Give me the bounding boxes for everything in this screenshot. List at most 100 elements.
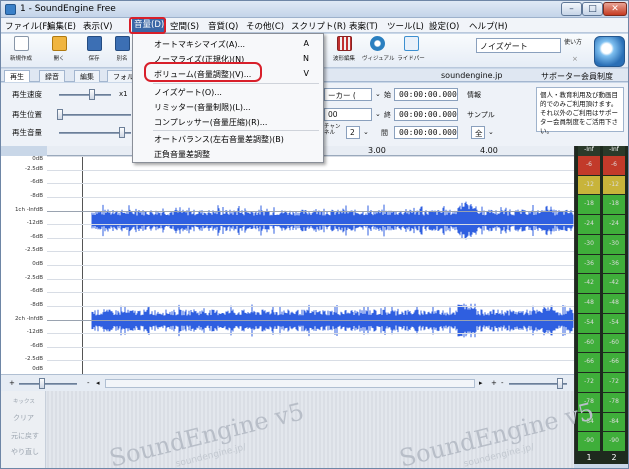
meter-segment: -90 (603, 432, 625, 451)
noise-gate-field[interactable]: ノイズゲート (476, 38, 561, 53)
volume-menu-dropdown: オートマキシマイズ(A)... A ノーマライズ(正規化)(N) N ボリューム… (132, 33, 324, 163)
minimize-button[interactable]: – (561, 2, 582, 16)
speed-value: x1 (119, 90, 128, 98)
db-label: -8dB (30, 192, 43, 199)
chevron-down-icon[interactable]: ⌄ (375, 110, 381, 118)
visual-button[interactable]: ヴィジュアル (362, 36, 394, 66)
rider-label: ライドパー (397, 56, 425, 62)
position-slider[interactable] (59, 114, 131, 116)
end-label: 終 (384, 111, 391, 119)
menu-table[interactable]: 表案(T) (349, 20, 378, 32)
db-label: -2.5dB (25, 356, 43, 363)
ruler-label-3: 3.00 (368, 146, 386, 155)
new-button[interactable]: 新規作成 (8, 36, 34, 66)
scroll-right-icon[interactable]: ▸ (479, 379, 483, 387)
chevron-down-icon[interactable]: ⌄ (375, 90, 381, 98)
menu-file[interactable]: ファイル(F) (5, 20, 51, 32)
grid-line (47, 265, 574, 266)
menu-item-automaximize[interactable]: オートマキシマイズ(A)... (154, 39, 245, 50)
maximize-button[interactable]: □ (582, 2, 603, 16)
site-link[interactable]: soundengine.jp (441, 71, 502, 80)
clear-button[interactable]: クリア (13, 413, 34, 423)
db-label: 0dB (32, 366, 43, 372)
zoom-out-left-icon[interactable]: - (87, 379, 90, 387)
how-to-use-link[interactable]: 使い方 (564, 37, 594, 46)
channel-combo[interactable]: 2 (346, 126, 360, 139)
meter-channel-label-1: 1 (586, 453, 592, 462)
menu-tools[interactable]: ツール(L) (387, 20, 424, 32)
grid-line (47, 333, 574, 335)
mix-button[interactable]: キックス (13, 397, 35, 405)
zoom-thumb-left[interactable] (39, 378, 45, 389)
grid-line (47, 237, 574, 239)
meter-segment: -18 (578, 195, 600, 215)
menu-script[interactable]: スクリプト(R) (291, 20, 346, 32)
horizontal-scrollbar[interactable] (105, 379, 475, 388)
menu-help[interactable]: ヘルプ(H) (469, 20, 508, 32)
channel-label: チャン ネル (324, 124, 341, 136)
db-label: -6dB (30, 342, 43, 349)
chevron-down-icon[interactable]: ⌄ (363, 128, 369, 136)
db-label: 0dB (32, 261, 43, 267)
meter-segment: -54 (578, 313, 600, 333)
close-small-icon[interactable]: × (572, 55, 578, 63)
menu-item-noise-gate[interactable]: ノイズゲート(O)... (154, 87, 222, 98)
meter-segment: -90 (578, 432, 600, 451)
meter-segment: -42 (603, 274, 625, 294)
scroll-left-icon[interactable]: ◂ (96, 379, 100, 387)
menu-item-compressor[interactable]: コンプレッサー(音量圧縮)(R)... (154, 117, 267, 128)
length-time[interactable]: 00:00:00.000 (394, 126, 458, 139)
menu-space[interactable]: 空間(S) (170, 20, 199, 32)
wave-area[interactable] (47, 156, 574, 375)
speed-slider-thumb[interactable] (89, 89, 95, 100)
zoom-in-left-icon[interactable]: + (9, 379, 15, 387)
overview-panel: SoundEngine v5 soundengine.jp/ SoundEngi… (47, 391, 597, 468)
menu-other[interactable]: その他(C) (246, 20, 284, 32)
grid-line (47, 183, 574, 185)
end-time[interactable]: 00:00:00.000 (394, 108, 458, 121)
waveform-view[interactable]: 0dB -2.5dB -6dB -8dB 1ch -InfdB -12dB -6dB -2.5… (1, 156, 574, 375)
all-combo[interactable]: 全 (471, 126, 485, 139)
waveform-edit-button[interactable]: 波形編集 (329, 36, 359, 66)
grid-line (47, 346, 574, 348)
tab-play[interactable]: 再生 (4, 70, 30, 82)
position-slider-thumb[interactable] (57, 109, 63, 120)
undo-button[interactable]: 元に戻す (11, 431, 39, 441)
rider-button[interactable]: ライドパー (396, 36, 426, 66)
close-button[interactable]: ✕ (603, 2, 627, 16)
zoom-in-right-icon[interactable]: + (491, 379, 497, 387)
zoom-slider-left[interactable] (19, 383, 77, 385)
chevron-down-icon[interactable]: ⌄ (488, 128, 494, 136)
meter-segment: -72 (603, 373, 625, 392)
menu-quality[interactable]: 音質(Q) (208, 20, 238, 32)
supporter-link[interactable]: サポーター会員制度 (541, 71, 613, 82)
number-combo[interactable]: 00 (324, 108, 372, 121)
speed-slider[interactable] (59, 94, 111, 96)
menu-highlight-annotation (129, 17, 166, 34)
redo-button[interactable]: やり直し (11, 447, 39, 457)
menu-item-polarity-adjust[interactable]: 正負音量差調整 (154, 149, 210, 160)
open-button[interactable]: 開く (46, 36, 72, 66)
zoom-out-right-icon[interactable]: - (501, 379, 504, 387)
menu-view[interactable]: 表示(V) (83, 20, 112, 32)
menu-item-auto-balance[interactable]: オートバランス(左右音量差調整)(B) (154, 134, 284, 145)
channel-center-line (47, 319, 574, 321)
volume-slider-thumb[interactable] (119, 127, 125, 138)
menu-edit[interactable]: 編集(E) (47, 20, 76, 32)
sample-label: サンプル (467, 111, 495, 119)
menu-separator (153, 83, 319, 84)
start-time[interactable]: 00:00:00.000 (394, 88, 458, 101)
meter-segment: -12 (603, 175, 625, 195)
channel-center-line (47, 210, 574, 212)
new-file-icon (13, 36, 29, 51)
speed-label: 再生速度 (12, 90, 42, 99)
zoom-thumb-right[interactable] (557, 378, 563, 389)
tab-edit[interactable]: 編集 (74, 70, 100, 82)
meter-segment: -60 (603, 333, 625, 353)
menu-item-limiter[interactable]: リミッター(音量制限)(L)... (154, 102, 251, 113)
marker-combo[interactable]: ーカー ( (324, 88, 372, 101)
menu-settings[interactable]: 設定(O) (429, 20, 459, 32)
save-button[interactable]: 保存 (81, 36, 107, 66)
tab-record[interactable]: 録音 (39, 70, 65, 82)
info-label: 情報 (467, 91, 481, 99)
